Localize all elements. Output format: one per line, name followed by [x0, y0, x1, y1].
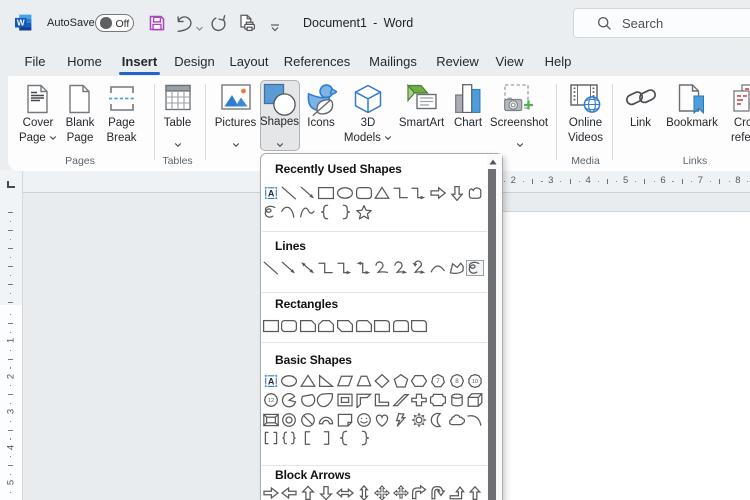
svg-text:8: 8 — [455, 378, 459, 385]
svg-text:10: 10 — [472, 379, 478, 385]
svg-text:A: A — [267, 377, 274, 387]
svg-text:W: W — [17, 18, 25, 27]
svg-text:12: 12 — [267, 398, 273, 404]
svg-text:7: 7 — [436, 378, 440, 385]
svg-text:A: A — [267, 189, 274, 199]
